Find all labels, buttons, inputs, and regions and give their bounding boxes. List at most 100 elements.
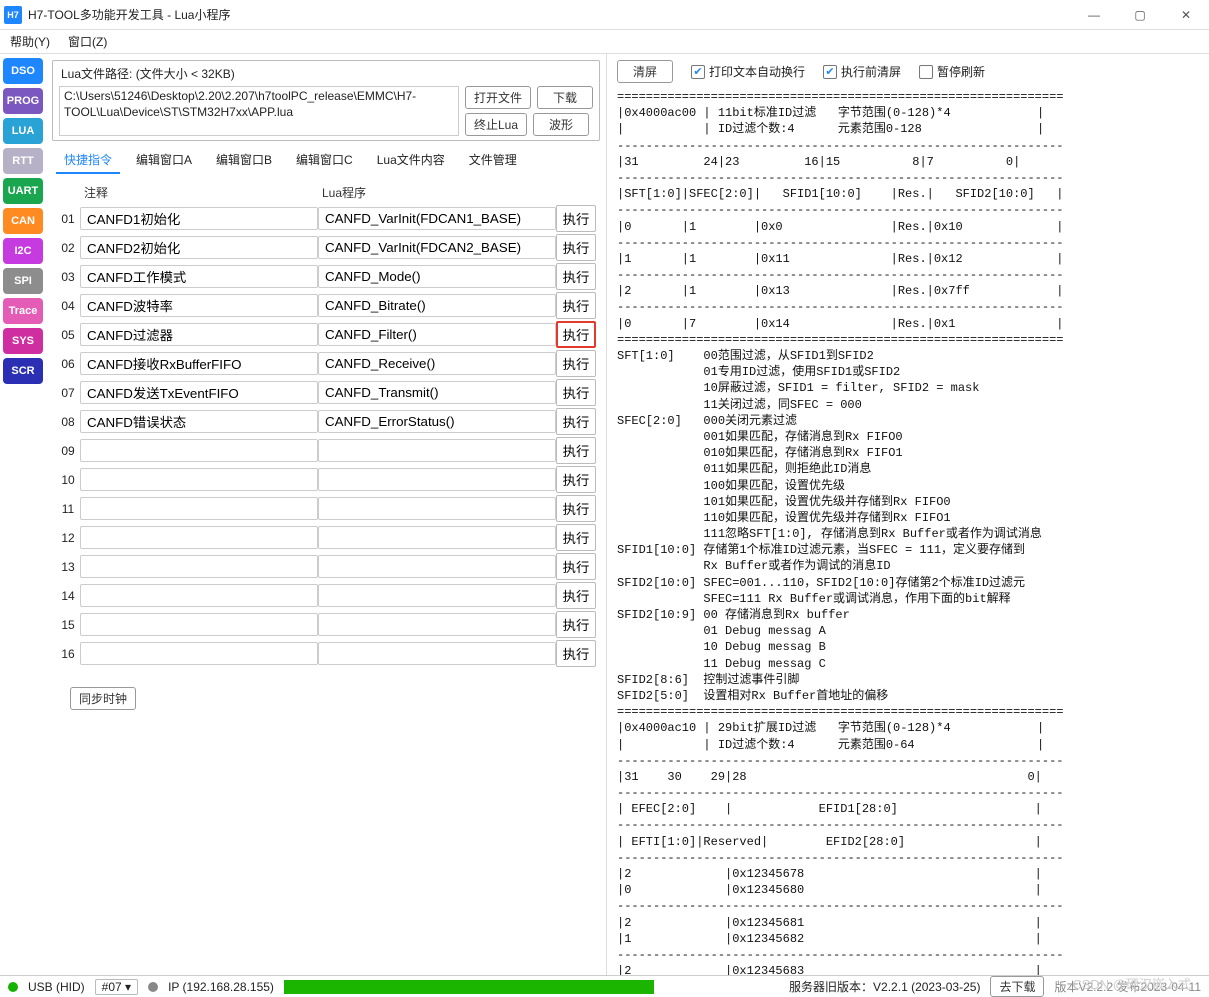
prog-input[interactable] xyxy=(318,207,556,230)
note-input[interactable] xyxy=(80,236,318,259)
tool-trace[interactable]: Trace xyxy=(3,298,43,324)
prog-input[interactable] xyxy=(318,439,556,462)
note-input[interactable] xyxy=(80,207,318,230)
exec-button[interactable]: 执行 xyxy=(556,640,596,667)
exec-button[interactable]: 执行 xyxy=(556,205,596,232)
prog-input[interactable] xyxy=(318,323,556,346)
exec-button[interactable]: 执行 xyxy=(556,321,596,348)
prog-input[interactable] xyxy=(318,294,556,317)
tool-prog[interactable]: PROG xyxy=(3,88,43,114)
exec-button[interactable]: 执行 xyxy=(556,553,596,580)
window-close-icon[interactable]: ✕ xyxy=(1163,0,1209,30)
tool-i2c[interactable]: I2C xyxy=(3,238,43,264)
cmd-row: 06执行 xyxy=(56,350,596,377)
device-id-select[interactable]: #07 ▾ xyxy=(95,979,138,995)
note-input[interactable] xyxy=(80,526,318,549)
prog-input[interactable] xyxy=(318,265,556,288)
title-bar: H7 H7-TOOL多功能开发工具 - Lua小程序 — ▢ ✕ xyxy=(0,0,1209,30)
row-number: 16 xyxy=(56,640,80,667)
wave-button[interactable]: 波形 xyxy=(533,113,589,136)
exec-button[interactable]: 执行 xyxy=(556,408,596,435)
left-panel: Lua文件路径: (文件大小 < 32KB) C:\Users\51246\De… xyxy=(46,54,606,975)
row-number: 11 xyxy=(56,495,80,522)
exec-button[interactable]: 执行 xyxy=(556,582,596,609)
exec-button[interactable]: 执行 xyxy=(556,292,596,319)
note-input[interactable] xyxy=(80,265,318,288)
stop-lua-button[interactable]: 终止Lua xyxy=(465,113,527,136)
cmd-row: 04执行 xyxy=(56,292,596,319)
prog-input[interactable] xyxy=(318,555,556,578)
note-input[interactable] xyxy=(80,294,318,317)
note-input[interactable] xyxy=(80,497,318,520)
prog-input[interactable] xyxy=(318,410,556,433)
tool-can[interactable]: CAN xyxy=(3,208,43,234)
tab-bar: 快捷指令编辑窗口A 编辑窗口B 编辑窗口C Lua文件内容文件管理 xyxy=(46,143,606,174)
prog-input[interactable] xyxy=(318,642,556,665)
col-note-header: 注释 xyxy=(80,182,318,203)
server-version-text: 服务器旧版本：V2.2.1 (2023-03-25) xyxy=(789,978,980,995)
window-min-icon[interactable]: — xyxy=(1071,0,1117,30)
tab-2[interactable]: 编辑窗口B xyxy=(208,147,280,174)
menu-window[interactable]: 窗口(Z) xyxy=(68,33,107,50)
prog-input[interactable] xyxy=(318,526,556,549)
note-input[interactable] xyxy=(80,439,318,462)
go-download-button[interactable]: 去下载 xyxy=(990,976,1044,997)
exec-button[interactable]: 执行 xyxy=(556,437,596,464)
prog-input[interactable] xyxy=(318,613,556,636)
exec-button[interactable]: 执行 xyxy=(556,466,596,493)
tool-uart[interactable]: UART xyxy=(3,178,43,204)
note-input[interactable] xyxy=(80,323,318,346)
clear-before-exec-check[interactable]: 执行前清屏 xyxy=(823,63,901,80)
note-input[interactable] xyxy=(80,381,318,404)
note-input[interactable] xyxy=(80,410,318,433)
window-title: H7-TOOL多功能开发工具 - Lua小程序 xyxy=(28,6,230,23)
prog-input[interactable] xyxy=(318,381,556,404)
clear-button[interactable]: 清屏 xyxy=(617,60,673,83)
row-number: 10 xyxy=(56,466,80,493)
tool-rtt[interactable]: RTT xyxy=(3,148,43,174)
terminal-output[interactable]: ========================================… xyxy=(617,89,1199,975)
pause-refresh-check[interactable]: 暂停刷新 xyxy=(919,63,985,80)
tab-0[interactable]: 快捷指令 xyxy=(56,147,120,174)
tab-5[interactable]: 文件管理 xyxy=(461,147,525,174)
print-wrap-check[interactable]: 打印文本自动换行 xyxy=(691,63,805,80)
exec-button[interactable]: 执行 xyxy=(556,495,596,522)
prog-input[interactable] xyxy=(318,584,556,607)
exec-button[interactable]: 执行 xyxy=(556,611,596,638)
tool-scr[interactable]: SCR xyxy=(3,358,43,384)
file-path-header: Lua文件路径: (文件大小 < 32KB) xyxy=(53,61,599,82)
note-input[interactable] xyxy=(80,613,318,636)
file-path-display: C:\Users\51246\Desktop\2.20\2.207\h7tool… xyxy=(59,86,459,136)
exec-button[interactable]: 执行 xyxy=(556,263,596,290)
tool-lua[interactable]: LUA xyxy=(3,118,43,144)
cmd-row: 12执行 xyxy=(56,524,596,551)
tab-3[interactable]: 编辑窗口C xyxy=(288,147,361,174)
row-number: 13 xyxy=(56,553,80,580)
download-button[interactable]: 下载 xyxy=(537,86,593,109)
prog-input[interactable] xyxy=(318,236,556,259)
checkbox-icon xyxy=(691,65,705,79)
window-max-icon[interactable]: ▢ xyxy=(1117,0,1163,30)
tool-spi[interactable]: SPI xyxy=(3,268,43,294)
cmd-row: 10 执行 xyxy=(56,466,596,493)
menu-help[interactable]: 帮助(Y) xyxy=(10,33,50,50)
note-input[interactable] xyxy=(80,352,318,375)
exec-button[interactable]: 执行 xyxy=(556,379,596,406)
note-input[interactable] xyxy=(80,555,318,578)
sync-clock-button[interactable]: 同步时钟 xyxy=(70,687,136,710)
tab-4[interactable]: Lua文件内容 xyxy=(369,147,453,174)
tab-1[interactable]: 编辑窗口A xyxy=(128,147,200,174)
note-input[interactable] xyxy=(80,468,318,491)
open-file-button[interactable]: 打开文件 xyxy=(465,86,531,109)
prog-input[interactable] xyxy=(318,497,556,520)
exec-button[interactable]: 执行 xyxy=(556,350,596,377)
tool-dso[interactable]: DSO xyxy=(3,58,43,84)
status-bar: USB (HID) #07 ▾ IP (192.168.28.155) 服务器旧… xyxy=(0,975,1209,997)
prog-input[interactable] xyxy=(318,468,556,491)
exec-button[interactable]: 执行 xyxy=(556,524,596,551)
note-input[interactable] xyxy=(80,584,318,607)
tool-sys[interactable]: SYS xyxy=(3,328,43,354)
exec-button[interactable]: 执行 xyxy=(556,234,596,261)
prog-input[interactable] xyxy=(318,352,556,375)
note-input[interactable] xyxy=(80,642,318,665)
